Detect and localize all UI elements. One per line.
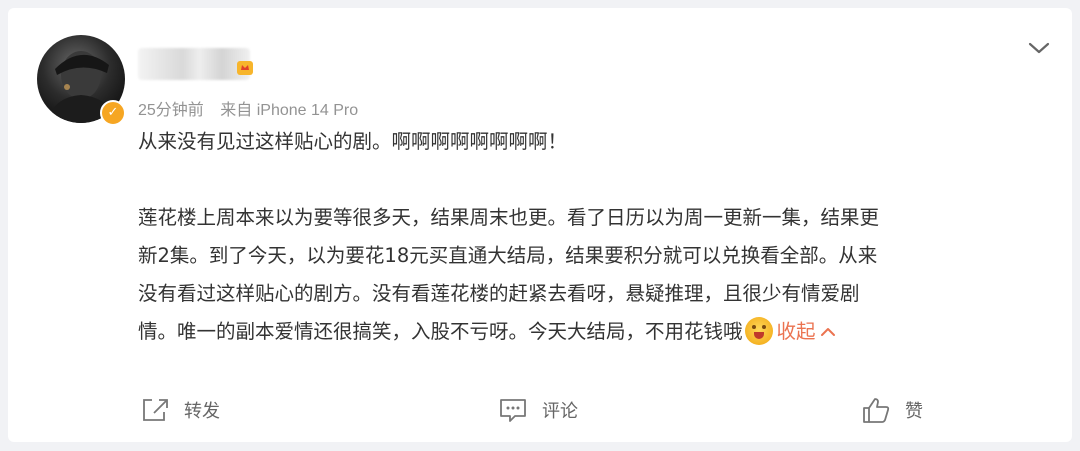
repost-label: 转发 xyxy=(184,401,220,422)
crown-icon xyxy=(237,61,253,75)
chevron-down-icon[interactable] xyxy=(1024,36,1054,60)
comment-label: 评论 xyxy=(542,401,578,422)
post-line-2: 新2集。到了今天，以为要花18元买直通大结局，结果要积分就可以兑换看全部。从来 xyxy=(138,244,878,267)
post-paragraph-1: 从来没有见过这样贴心的剧。啊啊啊啊啊啊啊啊！ xyxy=(138,130,568,153)
like-label: 赞 xyxy=(905,401,923,422)
repost-button[interactable]: 转发 xyxy=(140,393,220,427)
repost-icon xyxy=(143,399,168,421)
thumbs-up-icon xyxy=(863,398,890,423)
like-button[interactable]: 赞 xyxy=(861,393,923,427)
verified-badge-icon: ✓ xyxy=(100,100,126,126)
post-line-4: 情。唯一的副本爱情还很搞笑，入股不亏呀。今天大结局，不用花钱哦 xyxy=(138,320,743,343)
chevron-up-icon xyxy=(820,328,835,336)
post-time[interactable]: 25分钟前 xyxy=(138,102,204,119)
action-bar: 转发 评论 赞 xyxy=(8,393,1072,427)
post-line-4-wrap: 情。唯一的副本爱情还很搞笑，入股不亏呀。今天大结局，不用花钱哦 收起 xyxy=(138,313,1038,351)
post-line-1: 莲花楼上周本来以为要等很多天，结果周末也更。看了日历以为周一更新一集，结果更 xyxy=(138,206,880,229)
post-meta: 25分钟前 来自 iPhone 14 Pro xyxy=(138,96,370,120)
post-line-3: 没有看过这样贴心的剧方。没有看莲花楼的赶紧去看呀，悬疑推理，且很少有情爱剧 xyxy=(138,282,860,305)
post-content: 从来没有见过这样贴心的剧。啊啊啊啊啊啊啊啊！ 莲花楼上周本来以为要等很多天，结果… xyxy=(138,123,1038,351)
comment-icon xyxy=(500,399,526,422)
post-source: 来自 iPhone 14 Pro xyxy=(220,102,359,119)
face-with-open-mouth-emoji xyxy=(744,317,773,345)
collapse-label: 收起 xyxy=(776,320,816,343)
collapse-button[interactable]: 收起 xyxy=(777,320,837,343)
post-card: ✓ 25分钟前 来自 iPhone 14 Pro 从来没有见过这样贴心的剧。啊啊… xyxy=(8,8,1072,442)
username-blurred[interactable] xyxy=(138,48,250,80)
comment-button[interactable]: 评论 xyxy=(498,393,578,427)
